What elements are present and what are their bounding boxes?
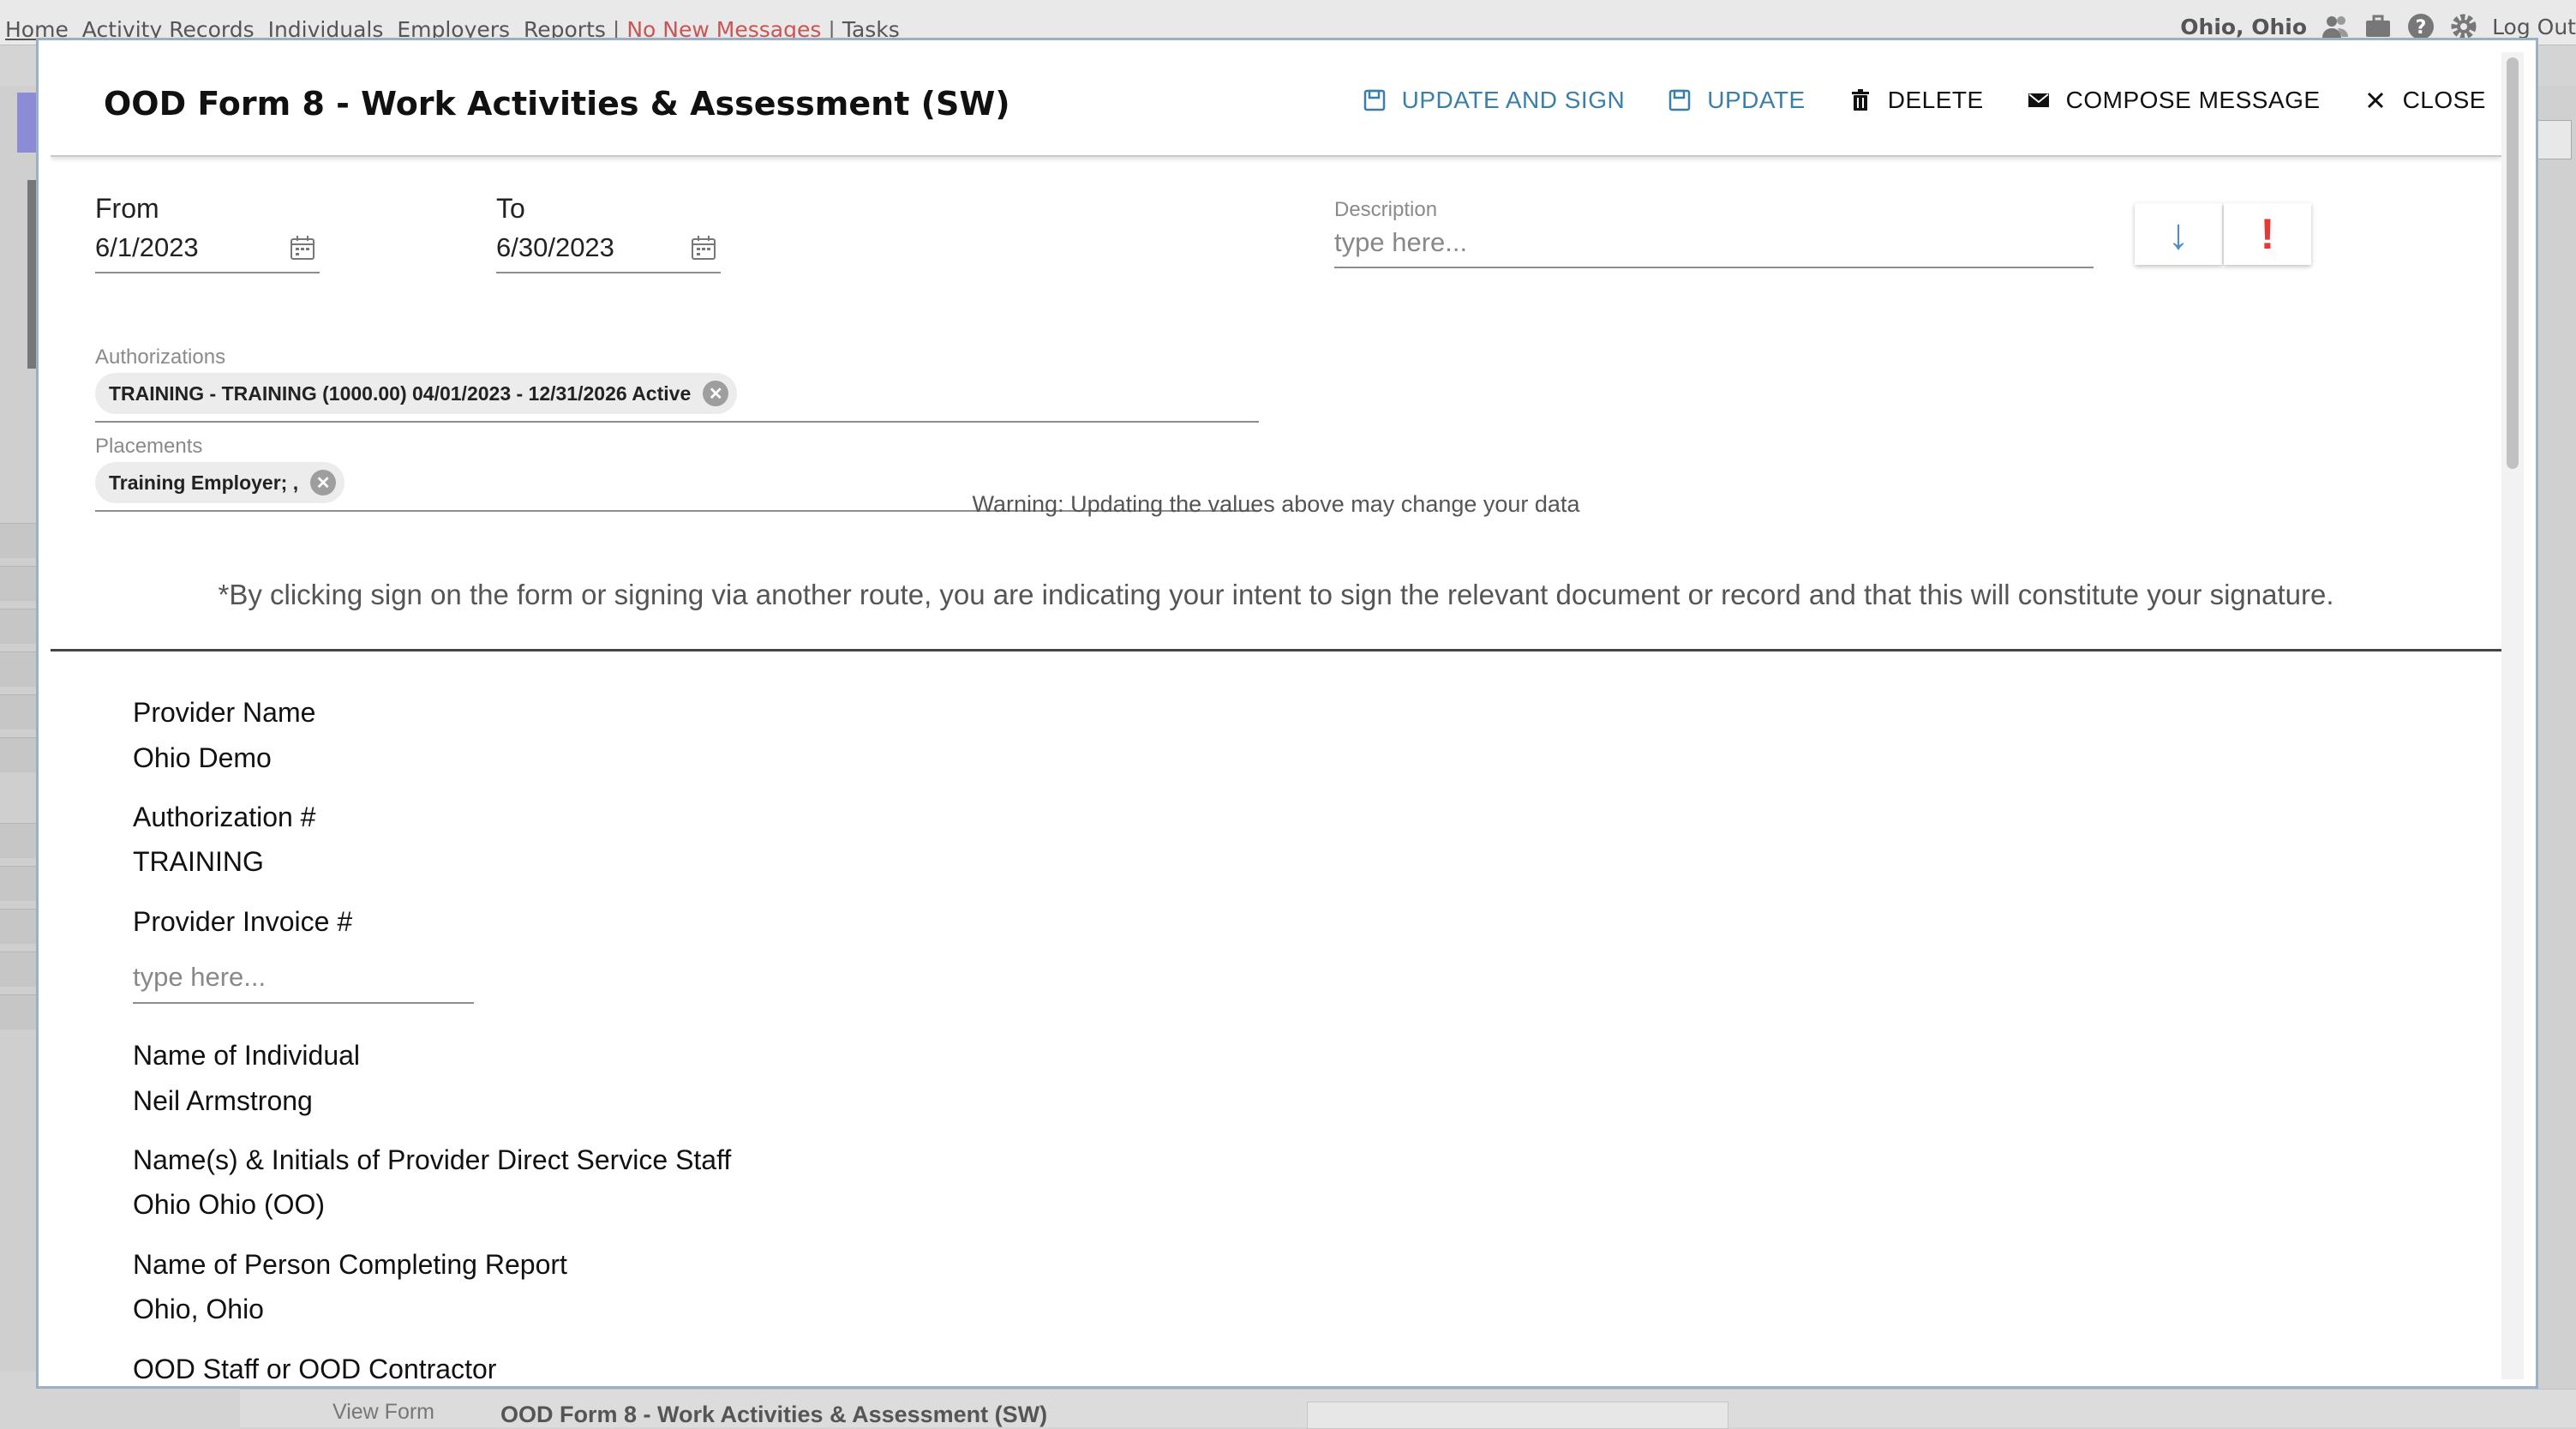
ood-staff-label: OOD Staff or OOD Contractor bbox=[133, 1354, 497, 1379]
save-icon bbox=[1668, 89, 1691, 111]
update-warning: Warning: Updating the values above may c… bbox=[972, 491, 1580, 517]
close-label: CLOSE bbox=[2402, 87, 2486, 113]
current-user: Ohio, Ohio bbox=[2180, 14, 2308, 39]
description-input[interactable] bbox=[1334, 219, 2094, 268]
svg-text:?: ? bbox=[2416, 17, 2427, 39]
background-logo bbox=[17, 93, 38, 153]
view-form-link[interactable]: View Form bbox=[332, 1400, 434, 1425]
background-field bbox=[1307, 1402, 1728, 1429]
modal-content: OOD Form 8 - Work Activities & Assessmen… bbox=[51, 52, 2524, 1379]
update-label: UPDATE bbox=[1707, 87, 1806, 113]
provider-name-label: Provider Name bbox=[133, 697, 316, 728]
delete-label: DELETE bbox=[1887, 87, 1984, 113]
help-icon[interactable]: ? bbox=[2406, 12, 2435, 41]
calendar-icon[interactable] bbox=[690, 234, 717, 261]
scrollbar-thumb[interactable] bbox=[2507, 57, 2519, 469]
modal-title: OOD Form 8 - Work Activities & Assessmen… bbox=[104, 85, 1010, 123]
background-form-title: OOD Form 8 - Work Activities & Assessmen… bbox=[500, 1402, 1048, 1427]
section-divider bbox=[51, 649, 2501, 651]
arrow-down-icon: ↓ bbox=[2167, 210, 2190, 258]
authorization-number-label: Authorization # bbox=[133, 802, 316, 832]
authorization-number-value: TRAINING bbox=[133, 846, 264, 877]
update-and-sign-label: UPDATE AND SIGN bbox=[1401, 87, 1626, 113]
to-date-value: 6/30/2023 bbox=[496, 232, 614, 262]
person-completing-label: Name of Person Completing Report bbox=[133, 1249, 567, 1280]
remove-chip-icon[interactable]: ✕ bbox=[703, 381, 729, 406]
individual-name-label: Name of Individual bbox=[133, 1040, 361, 1071]
authorizations-label: Authorizations bbox=[95, 345, 226, 369]
compose-message-label: COMPOSE MESSAGE bbox=[2065, 87, 2321, 113]
provider-invoice-input[interactable] bbox=[133, 952, 474, 1004]
modal-scrollbar[interactable] bbox=[2501, 52, 2524, 1379]
calendar-icon[interactable] bbox=[289, 234, 316, 261]
close-button[interactable]: CLOSE bbox=[2363, 87, 2486, 114]
background-form-list: View Form OOD Form 8 - Work Activities &… bbox=[240, 1389, 2576, 1429]
delete-button[interactable]: DELETE bbox=[1848, 87, 1984, 114]
modal-header: OOD Form 8 - Work Activities & Assessmen… bbox=[51, 52, 2501, 157]
update-button[interactable]: UPDATE bbox=[1668, 87, 1806, 114]
save-icon bbox=[1363, 89, 1385, 111]
background-right-panel bbox=[2532, 86, 2576, 1426]
exclamation-icon: ! bbox=[2260, 210, 2275, 258]
briefcase-icon[interactable] bbox=[2363, 12, 2393, 41]
person-completing-value: Ohio, Ohio bbox=[133, 1294, 264, 1324]
placements-label: Placements bbox=[95, 435, 203, 458]
direct-service-staff-label: Name(s) & Initials of Provider Direct Se… bbox=[133, 1144, 732, 1175]
form-modal: OOD Form 8 - Work Activities & Assessmen… bbox=[36, 38, 2538, 1389]
authorizations-field[interactable]: TRAINING - TRAINING (1000.00) 04/01/2023… bbox=[95, 371, 1259, 423]
to-date-field[interactable]: 6/30/2023 bbox=[496, 220, 721, 273]
exclamation-button[interactable]: ! bbox=[2224, 203, 2311, 265]
close-icon bbox=[2367, 92, 2383, 109]
from-date-field[interactable]: 6/1/2023 bbox=[95, 220, 320, 273]
from-date-value: 6/1/2023 bbox=[95, 232, 199, 262]
gear-icon[interactable] bbox=[2449, 12, 2478, 41]
priority-buttons: ↓ ! bbox=[2135, 203, 2313, 265]
logout-link[interactable]: Log Out bbox=[2492, 15, 2576, 39]
users-icon[interactable] bbox=[2321, 12, 2350, 41]
individual-name-value: Neil Armstrong bbox=[133, 1085, 313, 1116]
compose-message-button[interactable]: COMPOSE MESSAGE bbox=[2027, 87, 2321, 114]
arrow-down-button[interactable]: ↓ bbox=[2135, 203, 2222, 265]
provider-name-value: Ohio Demo bbox=[133, 742, 272, 773]
authorization-chip-label: TRAINING - TRAINING (1000.00) 04/01/2023… bbox=[109, 381, 692, 405]
envelope-icon bbox=[2028, 93, 2049, 107]
authorization-chip: TRAINING - TRAINING (1000.00) 04/01/2023… bbox=[95, 373, 738, 414]
direct-service-staff-value: Ohio Ohio (OO) bbox=[133, 1189, 326, 1220]
signature-notice: *By clicking sign on the form or signing… bbox=[218, 579, 2334, 610]
update-and-sign-button[interactable]: UPDATE AND SIGN bbox=[1363, 87, 1626, 114]
nav-right: Ohio, Ohio ? Log Out bbox=[2180, 12, 2576, 41]
provider-invoice-label: Provider Invoice # bbox=[133, 906, 353, 937]
trash-icon bbox=[1851, 89, 1869, 111]
modal-actions: UPDATE AND SIGN UPDATE DELETE COMPOSE ME… bbox=[1320, 87, 2486, 114]
